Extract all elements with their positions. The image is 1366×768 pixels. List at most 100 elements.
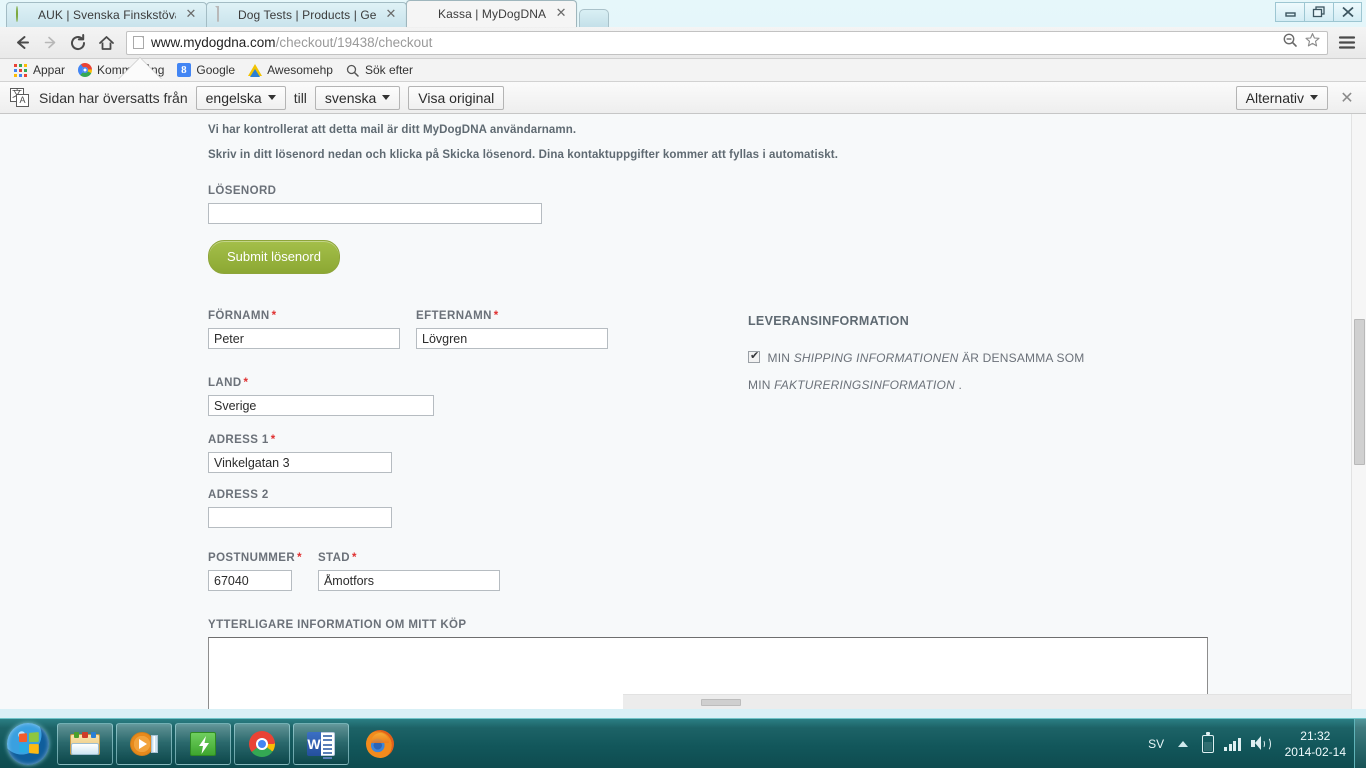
bookmark-awesomehp[interactable]: Awesomehp	[242, 61, 340, 80]
bookmarks-bar: Appar Komm igång 8 Google Awesomehp Sök …	[0, 59, 1366, 82]
show-hidden-icons-arrow[interactable]	[1178, 740, 1189, 747]
battery-icon[interactable]	[1202, 731, 1215, 753]
chrome-menu-button[interactable]	[1334, 30, 1360, 56]
word-icon: W	[307, 731, 335, 759]
last-name-label: EFTERNAMN *	[416, 310, 608, 322]
tab-close-icon[interactable]: ✕	[384, 8, 398, 22]
language-indicator[interactable]: SV	[1148, 737, 1164, 751]
address-bar[interactable]: www.mydogdna.com/checkout/19438/checkout	[126, 30, 1328, 55]
browser-tab-1[interactable]: AUK | Svenska Finskstövar ✕	[6, 2, 207, 27]
clock[interactable]: 21:32 2014-02-14	[1285, 728, 1346, 760]
chrome-icon	[249, 730, 275, 757]
first-name-label: FÖRNAMN *	[208, 310, 400, 322]
taskbar-green-app[interactable]	[175, 722, 231, 765]
url-path: /checkout/19438/checkout	[275, 35, 433, 50]
vertical-scroll-thumb[interactable]	[1354, 319, 1365, 465]
bookmark-apps[interactable]: Appar	[8, 61, 72, 80]
taskbar-file-explorer[interactable]	[57, 722, 113, 765]
restore-icon[interactable]	[1304, 2, 1333, 22]
city-input[interactable]	[317, 570, 500, 591]
browser-tab-2[interactable]: Dog Tests | Products | Gen ✕	[206, 2, 407, 27]
chrome-browser-window: AUK | Svenska Finskstövar ✕ Dog Tests | …	[0, 0, 1366, 718]
media-player-icon	[130, 731, 158, 756]
last-name-input[interactable]	[416, 328, 608, 349]
show-original-button[interactable]: Visa original	[408, 85, 505, 110]
required-marker: *	[271, 310, 277, 322]
page-vertical-scrollbar[interactable]	[1351, 114, 1366, 709]
password-field-block: LÖSENORD	[208, 185, 1351, 224]
checkout-columns: FÖRNAMN* EFTERNAMN* LAND*	[208, 310, 1351, 591]
country-input[interactable]	[208, 395, 434, 416]
country-block: LAND *	[208, 377, 728, 416]
taskbar-chrome[interactable]	[234, 722, 290, 765]
address1-input[interactable]	[208, 452, 392, 473]
city-block: STAD *	[317, 552, 500, 591]
required-marker: *	[297, 552, 302, 564]
tooltip-arrow	[118, 58, 162, 80]
forward-button[interactable]	[36, 29, 64, 57]
taskbar-word[interactable]: W	[293, 722, 349, 765]
search-icon	[345, 63, 360, 78]
new-tab-button[interactable]	[579, 9, 610, 27]
first-name-input[interactable]	[208, 328, 400, 349]
volume-icon[interactable]	[1250, 736, 1271, 751]
source-language-label: engelska	[205, 89, 262, 106]
close-icon[interactable]	[1333, 2, 1362, 22]
zoom-out-icon[interactable]	[1282, 32, 1298, 53]
auk-logo-icon	[16, 6, 32, 23]
billing-column: FÖRNAMN* EFTERNAMN* LAND*	[208, 310, 728, 591]
omnibox-icons	[1282, 32, 1323, 53]
address2-input[interactable]	[208, 507, 392, 528]
show-desktop-button[interactable]	[1354, 718, 1366, 768]
translate-message: Sidan har översatts från	[39, 89, 188, 106]
tab-close-icon[interactable]: ✕	[184, 8, 198, 22]
reload-button[interactable]	[64, 29, 92, 57]
bookmark-star-icon[interactable]	[1304, 32, 1321, 53]
password-input[interactable]	[208, 203, 542, 224]
password-label: LÖSENORD	[208, 185, 277, 197]
submit-password-button[interactable]: Submit lösenord	[208, 240, 340, 274]
mydogdna-logo-icon	[416, 6, 432, 22]
google-icon: 8	[176, 63, 191, 78]
postcode-city-row: POSTNUMMER* STAD*	[208, 552, 728, 591]
city-label: STAD *	[318, 552, 500, 564]
taskbar-media-player[interactable]	[116, 722, 172, 765]
bookmark-label: Google	[196, 63, 236, 77]
postcode-input[interactable]	[208, 570, 292, 591]
infobar-close-icon[interactable]: ✕	[1336, 88, 1358, 107]
horizontal-scroll-thumb[interactable]	[701, 699, 741, 706]
country-label-text: LAND	[208, 377, 242, 389]
start-button[interactable]	[2, 721, 54, 767]
source-language-dropdown[interactable]: engelska	[195, 85, 286, 110]
city-label-text: STAD	[317, 552, 351, 564]
minimize-icon[interactable]	[1275, 2, 1304, 22]
back-button[interactable]	[8, 29, 36, 57]
network-signal-icon[interactable]	[1224, 737, 1241, 751]
taskbar-firefox[interactable]	[352, 723, 408, 765]
chevron-down-icon	[267, 95, 276, 100]
required-marker: *	[243, 377, 249, 389]
country-label: LAND *	[208, 377, 728, 389]
tab-close-icon[interactable]: ✕	[554, 7, 568, 21]
address1-label-text: ADRESS 1	[208, 434, 269, 446]
first-name-label-text: FÖRNAMN	[208, 310, 270, 322]
green-bolt-icon	[190, 731, 216, 756]
translate-options-dropdown[interactable]: Alternativ	[1235, 85, 1328, 110]
windows-start-orb-icon	[7, 722, 49, 765]
tab-title: Dog Tests | Products | Gen	[238, 8, 376, 22]
firefox-icon	[366, 729, 394, 758]
tab-title: AUK | Svenska Finskstövar	[38, 8, 176, 22]
clock-time: 21:32	[1300, 728, 1331, 743]
shipping-em-2: FAKTURERINGSINFORMATION	[774, 378, 955, 392]
apps-grid-icon	[13, 63, 28, 78]
postcode-label-text: POSTNUMMER	[208, 552, 296, 564]
bookmark-search[interactable]: Sök efter	[340, 61, 420, 80]
home-button[interactable]	[92, 29, 120, 57]
browser-tab-3-active[interactable]: Kassa | MyDogDNA ✕	[406, 0, 578, 27]
same-as-billing-checkbox[interactable]	[748, 349, 760, 363]
bookmark-google[interactable]: 8 Google	[171, 61, 242, 80]
target-language-dropdown[interactable]: svenska	[314, 85, 401, 110]
page-horizontal-scrollbar[interactable]	[623, 694, 1351, 709]
intro-line-1: Vi har kontrollerat att detta mail är di…	[208, 124, 577, 136]
bookmark-label: Sök efter	[364, 63, 413, 77]
